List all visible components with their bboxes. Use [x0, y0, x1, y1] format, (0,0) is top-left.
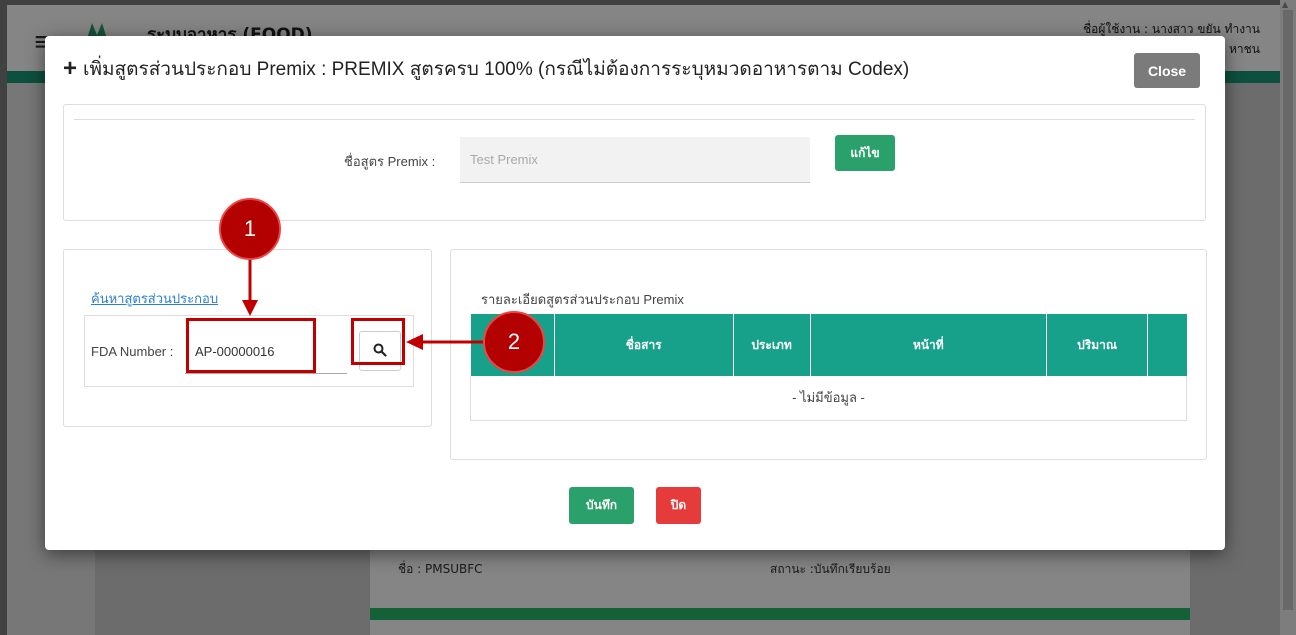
save-button[interactable]: บันทึก: [569, 487, 634, 524]
table-header: ประเภท: [733, 314, 811, 376]
divider: [74, 119, 1195, 120]
table-header-row: ชื่อสาร ประเภท หน้าที่ ปริมาณ: [470, 314, 1187, 376]
close-button[interactable]: Close: [1134, 53, 1200, 88]
fda-number-label: FDA Number :: [91, 344, 174, 359]
search-button-highlight: [351, 318, 405, 365]
table-row: - ไม่มีข้อมูล -: [470, 376, 1187, 421]
add-premix-modal: + เพิ่มสูตรส่วนประกอบ Premix : PREMIX สู…: [45, 36, 1225, 550]
table-header: ปริมาณ: [1046, 314, 1149, 376]
fda-input-highlight: [186, 318, 316, 373]
search-formula-link[interactable]: ค้นหาสูตรส่วนประกอบ: [91, 288, 218, 309]
step-2-marker: 2: [483, 311, 545, 373]
cancel-button[interactable]: ปิด: [656, 487, 701, 524]
ingredient-table: ชื่อสาร ประเภท หน้าที่ ปริมาณ - ไม่มีข้อ…: [470, 314, 1187, 421]
empty-table-message: - ไม่มีข้อมูล -: [470, 376, 1187, 421]
premix-name-label: ชื่อสูตร Premix :: [344, 154, 436, 169]
step-1-marker: 1: [219, 198, 281, 260]
premix-detail-panel: รายละเอียดสูตรส่วนประกอบ Premix ชื่อสาร …: [450, 249, 1207, 460]
plus-icon: +: [63, 55, 78, 82]
modal-title: + เพิ่มสูตรส่วนประกอบ Premix : PREMIX สู…: [63, 54, 909, 84]
edit-button[interactable]: แก้ไข: [835, 135, 895, 171]
modal-title-text: เพิ่มสูตรส่วนประกอบ Premix : PREMIX สูตร…: [83, 59, 910, 80]
table-header: ชื่อสาร: [554, 314, 734, 376]
premix-name-input[interactable]: [460, 137, 810, 183]
table-header: [1147, 314, 1187, 376]
detail-title: รายละเอียดสูตรส่วนประกอบ Premix: [481, 292, 684, 307]
table-header: หน้าที่: [810, 314, 1048, 376]
